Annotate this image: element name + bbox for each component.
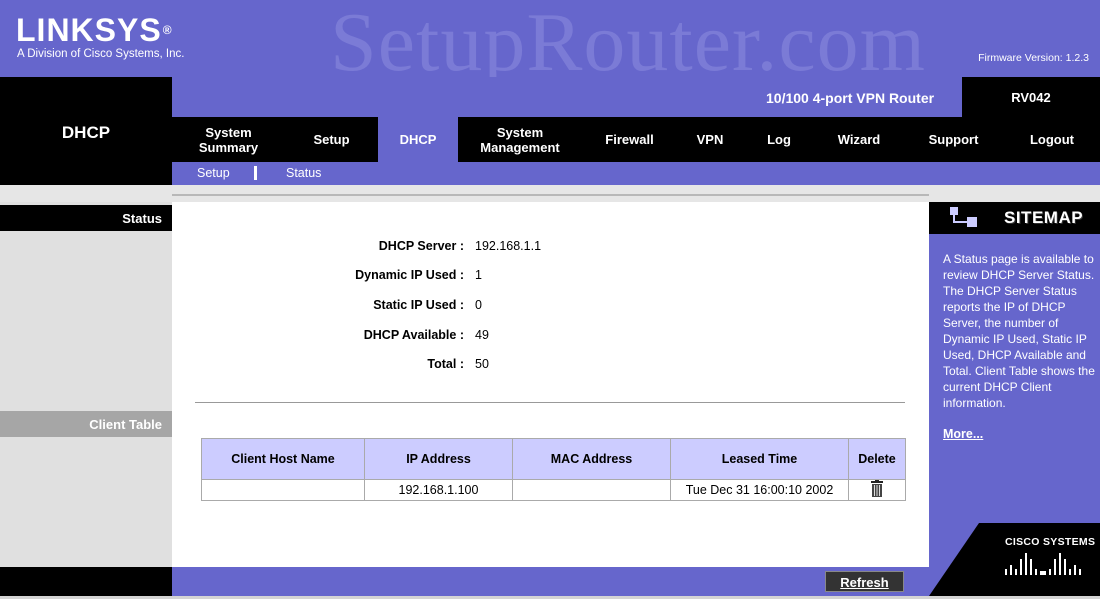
- static-ip-value: 0: [475, 298, 482, 312]
- total-value: 50: [475, 357, 489, 371]
- dhcp-server-label: DHCP Server :: [378, 239, 464, 253]
- header-ip-address: IP Address: [364, 438, 513, 480]
- table-row: 192.168.1.100 Tue Dec 31 16:00:10 2002: [201, 479, 906, 501]
- dynamic-ip-value: 1: [475, 268, 482, 282]
- sitemap-description: A Status page is available to review DHC…: [943, 252, 1095, 410]
- tab-log[interactable]: Log: [743, 117, 815, 162]
- logo-text: LINKSYS: [16, 12, 162, 48]
- cell-host-name: [201, 479, 365, 501]
- footer-left: [0, 567, 172, 596]
- subnav-divider: [254, 166, 257, 180]
- total-label: Total :: [427, 357, 464, 371]
- dhcp-available-label: DHCP Available :: [363, 328, 464, 342]
- tab-vpn[interactable]: VPN: [677, 117, 743, 162]
- main-tabs: System Summary Setup DHCP System Managem…: [172, 117, 1100, 162]
- dhcp-server-value: 192.168.1.1: [475, 239, 542, 253]
- table-header-row: Client Host Name IP Address MAC Address …: [201, 438, 906, 480]
- more-link[interactable]: More...: [943, 427, 983, 441]
- tab-system-management[interactable]: System Management: [458, 117, 582, 162]
- logo-subtitle: A Division of Cisco Systems, Inc.: [17, 48, 185, 60]
- sitemap-title: SITEMAP: [1004, 208, 1084, 227]
- page-title: DHCP: [61, 123, 111, 142]
- static-ip-label: Static IP Used :: [373, 298, 464, 312]
- content-top-border: [172, 194, 929, 196]
- firmware-version: Firmware Version: 1.2.3: [978, 52, 1089, 64]
- cell-leased-time: Tue Dec 31 16:00:10 2002: [670, 479, 849, 501]
- logo-registered-mark: ®: [162, 23, 173, 37]
- cell-delete: [848, 479, 906, 501]
- footer-bar: [172, 567, 929, 596]
- linksys-logo: LINKSYS®: [16, 14, 173, 46]
- left-column: [0, 202, 172, 567]
- header-delete: Delete: [848, 438, 906, 480]
- client-table-section-label: Client Table: [89, 417, 162, 432]
- cisco-logo-icon: [1005, 553, 1081, 578]
- tab-wizard[interactable]: Wizard: [815, 117, 903, 162]
- sitemap-icon: [950, 207, 980, 232]
- dynamic-ip-label: Dynamic IP Used :: [355, 268, 464, 282]
- tab-logout[interactable]: Logout: [1004, 117, 1100, 162]
- sub-navigation: Setup Status: [172, 162, 1100, 185]
- tab-setup[interactable]: Setup: [285, 117, 378, 162]
- header-mac-address: MAC Address: [512, 438, 671, 480]
- header-client-host-name: Client Host Name: [201, 438, 365, 480]
- status-section-label: Status: [122, 211, 162, 226]
- cell-mac-address: [512, 479, 671, 501]
- trash-icon[interactable]: [871, 480, 883, 500]
- header-banner: SetupRouter.com LINKSYS® A Division of C…: [0, 0, 1100, 77]
- product-name: 10/100 4-port VPN Router: [766, 90, 935, 106]
- model-number: RV042: [1011, 90, 1051, 105]
- tab-firewall[interactable]: Firewall: [582, 117, 677, 162]
- dhcp-available-value: 49: [475, 328, 489, 342]
- cell-ip-address: 192.168.1.100: [364, 479, 513, 501]
- refresh-button[interactable]: Refresh: [825, 571, 904, 592]
- client-table: Client Host Name IP Address MAC Address …: [201, 438, 906, 501]
- subnav-setup[interactable]: Setup: [197, 166, 230, 180]
- section-divider: [195, 402, 905, 403]
- main-content: [172, 202, 929, 567]
- tab-system-summary[interactable]: System Summary: [172, 117, 285, 162]
- tab-dhcp[interactable]: DHCP: [378, 117, 458, 162]
- tab-support[interactable]: Support: [903, 117, 1004, 162]
- subnav-status[interactable]: Status: [286, 166, 321, 180]
- watermark: SetupRouter.com: [330, 0, 926, 77]
- header-leased-time: Leased Time: [670, 438, 849, 480]
- cisco-logo-text: CISCO SYSTEMS: [1005, 536, 1096, 548]
